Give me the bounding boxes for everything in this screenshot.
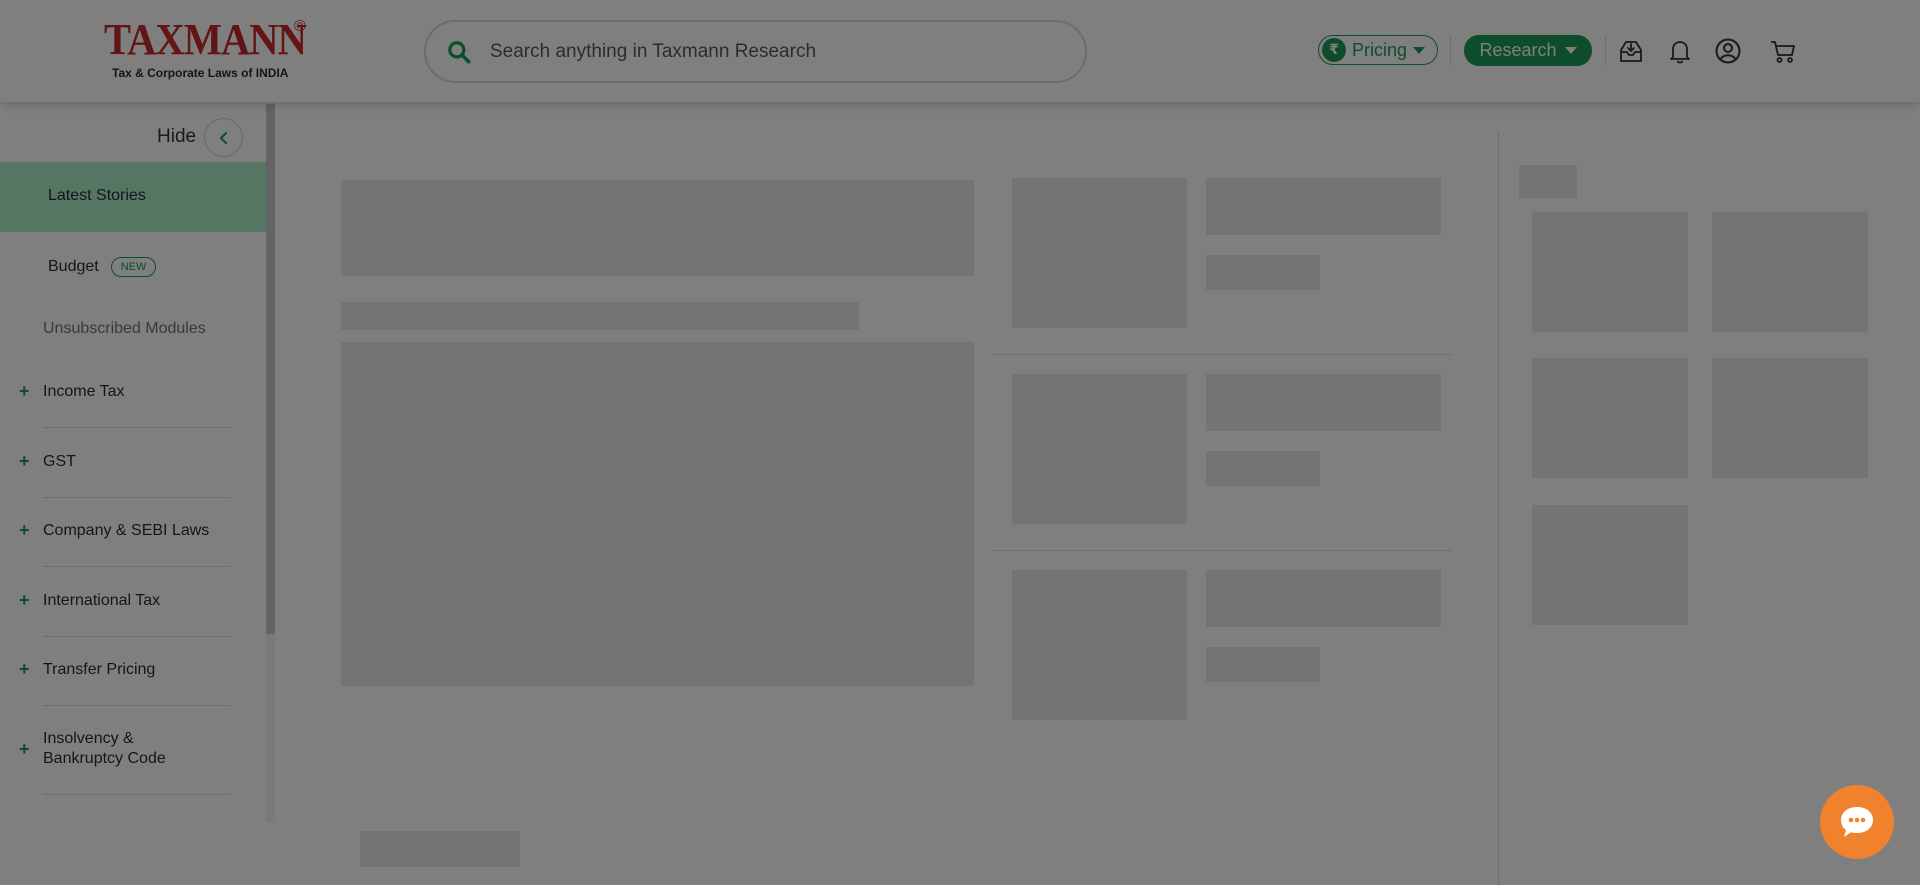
skeleton-block [1012, 178, 1187, 328]
pricing-label: Pricing [1352, 39, 1408, 60]
module-label: Income Tax [43, 383, 125, 400]
skeleton-divider [992, 354, 1451, 355]
skeleton-block [1206, 255, 1320, 290]
module-divider [43, 497, 230, 498]
plus-icon: + [19, 451, 30, 471]
skeleton-divider [992, 550, 1451, 551]
skeleton-block [1012, 374, 1187, 524]
research-dropdown[interactable]: Research [1464, 35, 1592, 66]
new-badge: NEW [110, 257, 157, 277]
module-label: International Tax [43, 592, 161, 609]
plus-icon: + [19, 590, 30, 610]
module-divider [43, 636, 230, 637]
module-label: GST [43, 453, 76, 470]
taxmann-logo[interactable]: TAXMANN ® Tax & Corporate Laws of INDIA [104, 18, 314, 88]
plus-icon: + [19, 659, 30, 679]
hide-sidebar-row: Hide [0, 116, 266, 157]
header-divider [1450, 36, 1451, 66]
chat-button[interactable] [1820, 785, 1894, 859]
column-divider [1498, 132, 1499, 885]
sidebar-scrollbar-thumb[interactable] [266, 104, 275, 634]
skeleton-block [1532, 212, 1688, 332]
search-icon[interactable] [446, 39, 472, 65]
cart-icon[interactable] [1768, 36, 1798, 66]
skeleton-block [1519, 165, 1577, 198]
skeleton-block [1532, 505, 1688, 625]
module-label: Company & SEBI Laws [43, 522, 210, 539]
sidebar-item-label: Latest Stories [48, 187, 146, 204]
module-income-tax[interactable]: + Income Tax [0, 382, 266, 412]
sidebar-item-budget[interactable]: Budget NEW [0, 242, 266, 292]
skeleton-block [1712, 212, 1868, 332]
skeleton-block [1712, 358, 1868, 478]
plus-icon: + [19, 739, 30, 759]
skeleton-block [1206, 374, 1441, 431]
module-label: Insolvency & Bankruptcy Code [43, 730, 166, 767]
module-divider [43, 566, 230, 567]
module-divider [43, 427, 230, 428]
chevron-down-icon [1564, 47, 1577, 54]
logo-tagline: Tax & Corporate Laws of INDIA [112, 66, 289, 80]
skeleton-block [1206, 178, 1441, 235]
page: TAXMANN ® Tax & Corporate Laws of INDIA … [0, 0, 1920, 885]
module-divider [43, 705, 230, 706]
research-label: Research [1479, 40, 1557, 60]
chevron-left-icon [219, 131, 227, 144]
module-divider [43, 794, 230, 795]
bell-icon[interactable] [1665, 36, 1695, 66]
chat-bubble-icon [1841, 807, 1873, 837]
pricing-dropdown[interactable]: ₹ Pricing [1318, 35, 1438, 65]
module-gst[interactable]: + GST [0, 452, 266, 482]
download-inbox-icon[interactable] [1616, 36, 1646, 66]
module-transfer-pricing[interactable]: + Transfer Pricing [0, 660, 266, 690]
skeleton-block [341, 180, 974, 276]
skeleton-block [341, 342, 974, 686]
top-header: TAXMANN ® Tax & Corporate Laws of INDIA … [0, 0, 1920, 102]
sidebar-item-latest-stories[interactable]: Latest Stories [0, 162, 266, 232]
module-label: Transfer Pricing [43, 661, 156, 678]
unsubscribed-modules-heading: Unsubscribed Modules [43, 320, 206, 337]
skeleton-block [1206, 647, 1320, 682]
chevron-down-icon [1413, 46, 1426, 54]
skeleton-block [1206, 570, 1441, 627]
plus-icon: + [19, 381, 30, 401]
skeleton-block [1012, 570, 1187, 720]
plus-icon: + [19, 520, 30, 540]
search-input[interactable] [490, 40, 1050, 63]
rupee-icon: ₹ [1322, 38, 1346, 62]
skeleton-block [341, 302, 859, 330]
hide-label[interactable]: Hide [157, 126, 196, 148]
logo-wordmark: TAXMANN [104, 15, 307, 64]
module-company-sebi-laws[interactable]: + Company & SEBI Laws [0, 521, 266, 551]
left-sidebar: Hide Latest Stories Budget NEW Unsubscrib… [0, 102, 275, 825]
sidebar-item-label: Budget [48, 258, 99, 276]
module-insolvency-bankruptcy-code[interactable]: + Insolvency & Bankruptcy Code [0, 729, 266, 773]
collapse-sidebar-button[interactable] [204, 118, 243, 157]
logo-registered-mark: ® [294, 18, 306, 35]
user-account-icon[interactable] [1713, 36, 1743, 66]
module-international-tax[interactable]: + International Tax [0, 591, 266, 621]
header-divider [1605, 36, 1606, 66]
skeleton-block [1206, 451, 1320, 486]
search-bar[interactable] [424, 20, 1087, 83]
skeleton-block [360, 831, 520, 867]
skeleton-block [1532, 358, 1688, 478]
